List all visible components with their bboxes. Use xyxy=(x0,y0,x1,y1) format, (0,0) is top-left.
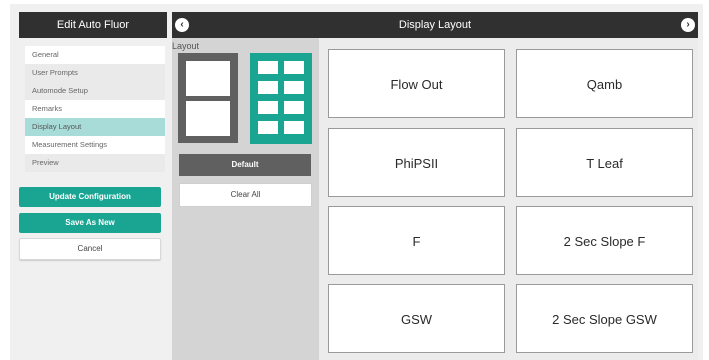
main-header: ‹ Display Layout › xyxy=(172,12,698,38)
save-as-new-button[interactable]: Save As New xyxy=(19,213,161,233)
nav-item-measurement-settings[interactable]: Measurement Settings xyxy=(25,136,165,154)
layout-thumb-cell xyxy=(284,61,304,74)
panel-title: Edit Auto Fluor xyxy=(19,12,167,38)
eight-tile-layout-option[interactable] xyxy=(250,53,312,144)
update-configuration-button[interactable]: Update Configuration xyxy=(19,187,161,207)
display-tile-2-sec-slope-f[interactable]: 2 Sec Slope F xyxy=(516,206,693,275)
settings-nav: General User Prompts Automode Setup Rema… xyxy=(25,46,165,172)
nav-item-general[interactable]: General xyxy=(25,46,165,64)
layout-thumb-cell xyxy=(186,101,230,136)
layout-thumb-cell xyxy=(284,121,304,134)
layout-thumb-cell xyxy=(258,121,278,134)
cancel-button[interactable]: Cancel xyxy=(19,238,161,260)
nav-item-display-layout[interactable]: Display Layout xyxy=(25,118,165,136)
two-tile-layout-option[interactable] xyxy=(178,53,238,143)
clear-all-button[interactable]: Clear All xyxy=(179,183,312,207)
display-tile-f[interactable]: F xyxy=(328,206,505,275)
nav-item-user-prompts[interactable]: User Prompts xyxy=(25,64,165,82)
layout-label: Layout xyxy=(172,41,200,51)
layout-thumb-cell xyxy=(258,81,278,94)
page-title: Display Layout xyxy=(398,19,472,31)
layout-thumb-cell xyxy=(258,61,278,74)
layout-thumb-cell xyxy=(284,101,304,114)
default-button[interactable]: Default xyxy=(179,154,311,176)
display-tile-gsw[interactable]: GSW xyxy=(328,284,505,353)
nav-item-remarks[interactable]: Remarks xyxy=(25,100,165,118)
app-window: Edit Auto Fluor General User Prompts Aut… xyxy=(10,4,703,360)
display-tile-qamb[interactable]: Qamb xyxy=(516,49,693,118)
display-tile-t-leaf[interactable]: T Leaf xyxy=(516,128,693,197)
nav-item-automode-setup[interactable]: Automode Setup xyxy=(25,82,165,100)
layout-thumb-cell xyxy=(258,101,278,114)
display-tile-2-sec-slope-gsw[interactable]: 2 Sec Slope GSW xyxy=(516,284,693,353)
display-tile-phipsii[interactable]: PhiPSII xyxy=(328,128,505,197)
nav-item-preview[interactable]: Preview xyxy=(25,154,165,172)
chevron-left-icon[interactable]: ‹ xyxy=(175,18,189,32)
layout-thumb-cell xyxy=(284,81,304,94)
display-tile-flow-out[interactable]: Flow Out xyxy=(328,49,505,118)
display-tile-grid: Flow Out Qamb PhiPSII T Leaf F 2 Sec Slo… xyxy=(319,38,698,360)
chevron-right-icon[interactable]: › xyxy=(681,18,695,32)
layout-thumb-cell xyxy=(186,61,230,96)
